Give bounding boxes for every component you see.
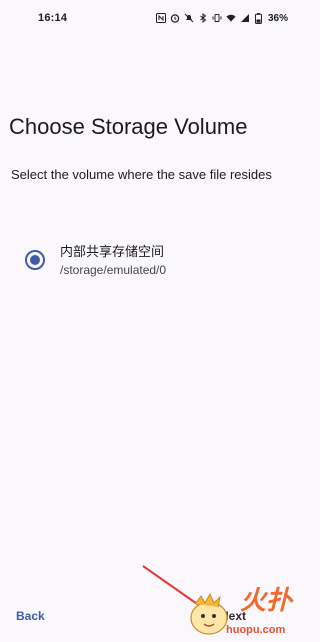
status-time: 16:14	[38, 12, 68, 24]
watermark-text: huopu.com	[226, 624, 286, 636]
radio-selected-dot	[30, 255, 40, 265]
alarm-icon	[170, 13, 180, 23]
wifi-icon	[226, 13, 236, 23]
screen: 16:14 36% Choose Storage Volume Select t…	[0, 0, 300, 642]
volume-path: /storage/emulated/0	[60, 262, 167, 277]
bluetooth-icon	[198, 13, 208, 23]
nfc-icon	[155, 13, 166, 23]
volume-option[interactable]: 内部共享存储空间 /storage/emulated/0	[18, 240, 288, 280]
back-button[interactable]: Back	[16, 604, 45, 628]
volume-name: 内部共享存储空间	[60, 243, 165, 259]
status-icons: 36%	[155, 12, 288, 24]
mute-icon	[184, 13, 194, 23]
battery-icon	[254, 12, 264, 24]
vibrate-icon	[212, 13, 222, 23]
volume-radio-button[interactable]	[25, 250, 45, 270]
page-title: Choose Storage Volume	[9, 114, 248, 139]
page-subtitle: Select the volume where the save file re…	[11, 167, 272, 182]
watermark-glyph: 火扑	[240, 586, 293, 616]
volume-option-text: 内部共享存储空间 /storage/emulated/0	[60, 243, 166, 278]
status-bar: 16:14 36%	[0, 0, 300, 36]
battery-percent: 36%	[267, 12, 288, 24]
signal-icon	[240, 13, 250, 23]
